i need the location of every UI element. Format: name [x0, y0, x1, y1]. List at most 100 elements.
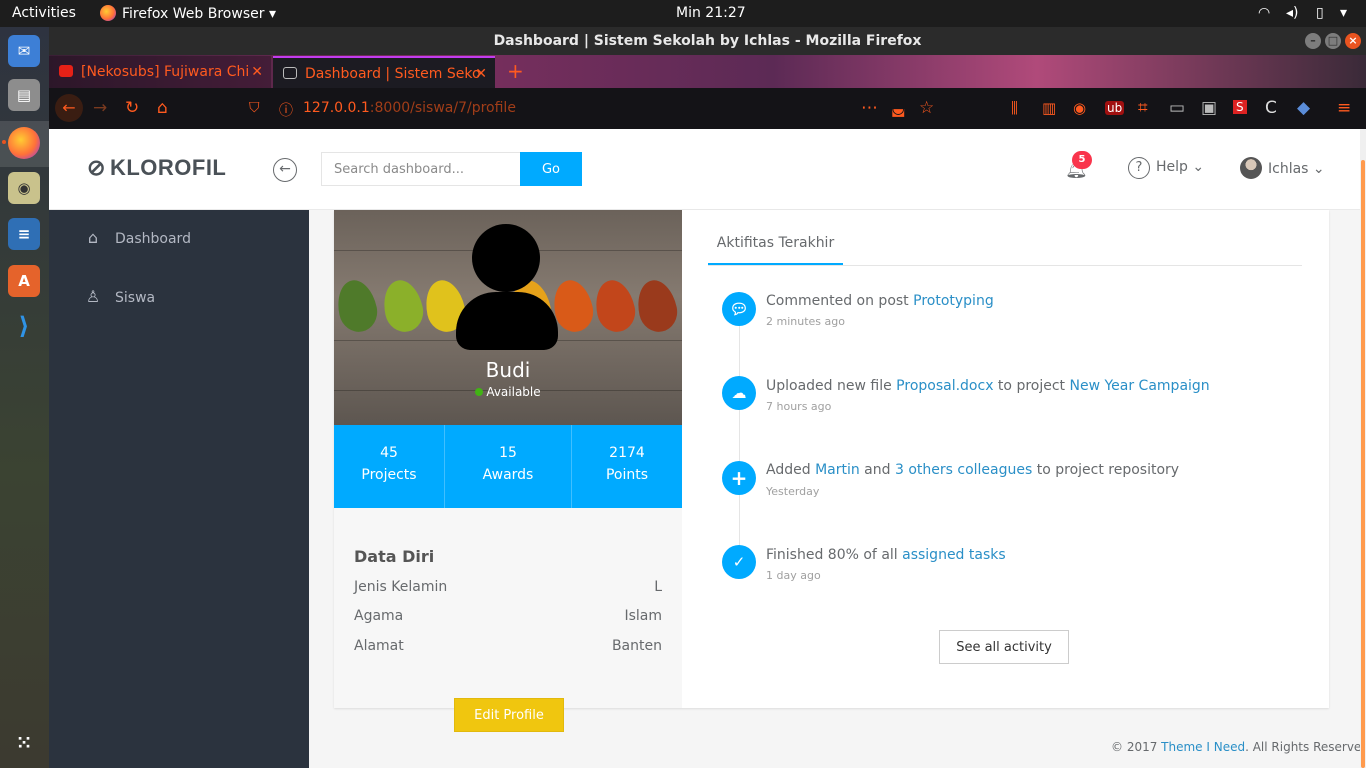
activity-link[interactable]: Proposal.docx: [896, 378, 993, 394]
activity-link[interactable]: New Year Campaign: [1069, 378, 1209, 394]
url-host: 127.0.0.1: [303, 100, 370, 116]
activity-link[interactable]: assigned tasks: [902, 547, 1006, 563]
app-header: ⊘KLOROFIL ← Go 🔔︎ 5 ?Help ⌄ Ichlas ⌄: [49, 129, 1360, 210]
help-menu[interactable]: ? Help ⌄: [1128, 157, 1204, 179]
chevron-down-icon: ⌄: [1192, 159, 1205, 175]
help-icon: ?: [1128, 157, 1150, 179]
tab-close-icon[interactable]: ✕: [251, 56, 263, 88]
show-apps-icon[interactable]: ⁙: [8, 727, 40, 759]
activity-link[interactable]: 3 others colleagues: [895, 462, 1032, 478]
footer-text: . All Rights Reserved.: [1245, 740, 1366, 754]
wifi-icon[interactable]: ◠: [1258, 5, 1270, 21]
stat-projects: 45 Projects: [334, 425, 444, 508]
ublock-icon[interactable]: ub: [1105, 101, 1125, 115]
section-title: Data Diri: [354, 547, 435, 566]
footer-text: © 2017: [1111, 740, 1162, 754]
forward-arrow-icon[interactable]: →: [93, 98, 107, 118]
activity-link[interactable]: Prototyping: [913, 293, 994, 309]
status-badge: Available: [334, 385, 682, 399]
sidebar-item-siswa[interactable]: ♙ Siswa: [83, 287, 155, 306]
firefox-dock-icon[interactable]: [8, 127, 40, 159]
detail-value: Banten: [611, 638, 662, 654]
footer-link[interactable]: Theme I Need: [1161, 740, 1245, 754]
maximize-icon[interactable]: □: [1325, 33, 1341, 49]
scrollbar-thumb[interactable]: [1361, 160, 1365, 768]
extension-s-icon[interactable]: S: [1233, 100, 1247, 114]
screenshot-icon[interactable]: ⌗: [1138, 98, 1148, 118]
detail-row: Agama Islam: [354, 608, 662, 624]
activities-button[interactable]: Activities: [12, 5, 76, 21]
reload-icon[interactable]: ↻: [125, 98, 139, 118]
activity-link[interactable]: Martin: [815, 462, 860, 478]
main-content: Budi Available 45 Projects 15 Awards 217…: [309, 210, 1366, 768]
bookmark-star-icon[interactable]: ☆: [919, 98, 934, 118]
activity-text: and: [859, 462, 895, 478]
toggle-sidebar-icon[interactable]: ←: [273, 158, 297, 182]
extension-c-icon[interactable]: C: [1265, 98, 1277, 118]
software-center-icon[interactable]: A: [8, 265, 40, 297]
activity-text: Added: [766, 462, 816, 478]
rhythmbox-icon[interactable]: ◉: [8, 172, 40, 204]
tab-close-icon[interactable]: ✕: [475, 58, 487, 88]
battery-icon[interactable]: ▯: [1316, 5, 1324, 21]
minimize-icon[interactable]: –: [1305, 33, 1321, 49]
cloud-upload-icon: ☁: [722, 376, 756, 410]
close-icon[interactable]: ×: [1345, 33, 1361, 49]
activity-text: Uploaded new file: [766, 378, 897, 394]
window-title: Dashboard | Sistem Sekolah by Ichlas - M…: [493, 33, 922, 49]
extension-icon[interactable]: ▭: [1169, 98, 1185, 118]
window-titlebar: Dashboard | Sistem Sekolah by Ichlas - M…: [49, 27, 1366, 55]
extension-icon[interactable]: ▣: [1201, 98, 1217, 118]
library-icon[interactable]: ⫼: [1011, 99, 1018, 117]
check-icon: ✓: [722, 545, 756, 579]
tab-youtube[interactable]: [Nekosubs] Fujiwara Chi ✕: [49, 56, 271, 88]
pocket-icon[interactable]: ◛: [891, 99, 906, 117]
activity-item: Finished 80% of all assigned tasks: [766, 547, 1006, 563]
detail-label: Jenis Kelamin: [354, 579, 448, 595]
stat-label: Projects: [361, 467, 417, 483]
comment-icon: 💬︎: [722, 292, 756, 326]
edit-profile-button[interactable]: Edit Profile: [454, 698, 564, 732]
home-icon[interactable]: ⌂: [157, 98, 168, 118]
power-menu-icon[interactable]: ▾: [1340, 5, 1347, 21]
sidebar-item-dashboard[interactable]: ⌂ Dashboard: [83, 228, 191, 247]
page-actions-icon[interactable]: ⋯: [861, 98, 878, 118]
plus-icon: +: [722, 461, 756, 495]
search-input[interactable]: [321, 152, 521, 186]
account-icon[interactable]: ◉: [1073, 99, 1086, 117]
user-menu[interactable]: Ichlas ⌄: [1240, 157, 1325, 179]
tab-label: [Nekosubs] Fujiwara Chi: [81, 64, 250, 80]
writer-icon[interactable]: ≡: [8, 218, 40, 250]
clock[interactable]: Min 21:27: [676, 5, 746, 21]
stat-value: 2174: [609, 445, 645, 461]
activity-item: Uploaded new file Proposal.docx to proje…: [766, 378, 1210, 394]
tab-dashboard[interactable]: Dashboard | Sistem Seko ✕: [273, 56, 495, 88]
info-icon[interactable]: ⓘ: [279, 100, 293, 120]
stat-awards: 15 Awards: [445, 425, 571, 508]
url-bar[interactable]: 127.0.0.1:8000/siswa/7/profile: [303, 100, 516, 116]
search-go-button[interactable]: Go: [520, 152, 582, 186]
tab-aktifitas-terakhir[interactable]: Aktifitas Terakhir: [708, 210, 843, 265]
menu-icon[interactable]: ≡: [1337, 98, 1351, 118]
shield-icon[interactable]: ⛉: [249, 100, 260, 116]
see-all-activity-button[interactable]: See all activity: [939, 630, 1069, 664]
volume-icon[interactable]: ◂): [1286, 5, 1299, 21]
sidebar-icon[interactable]: ▥: [1042, 99, 1056, 117]
navigation-toolbar: ← → ↻ ⌂ ⛉ ⓘ 127.0.0.1:8000/siswa/7/profi…: [49, 88, 1366, 129]
thunderbird-icon[interactable]: ✉: [8, 35, 40, 67]
files-icon[interactable]: ▤: [8, 79, 40, 111]
vscode-icon[interactable]: ⟩: [8, 310, 40, 342]
sidebar: ⌂ Dashboard ♙ Siswa: [49, 210, 309, 768]
activity-item: Commented on post Prototyping: [766, 293, 994, 309]
detail-label: Alamat: [354, 638, 404, 654]
status-dot-icon: [475, 388, 484, 396]
extension-shield-icon[interactable]: ◆: [1297, 98, 1310, 118]
activity-time: 2 minutes ago: [766, 315, 845, 328]
app-menu[interactable]: Firefox Web Browser ▾: [100, 5, 276, 22]
brand-logo[interactable]: ⊘ KLOROFIL: [87, 155, 226, 181]
new-tab-icon[interactable]: +: [507, 59, 524, 83]
activity-time: 7 hours ago: [766, 400, 832, 413]
profile-card: Budi Available 45 Projects 15 Awards 217…: [334, 210, 682, 708]
profile-name: Budi: [485, 358, 531, 382]
back-arrow-icon[interactable]: ←: [55, 94, 83, 122]
